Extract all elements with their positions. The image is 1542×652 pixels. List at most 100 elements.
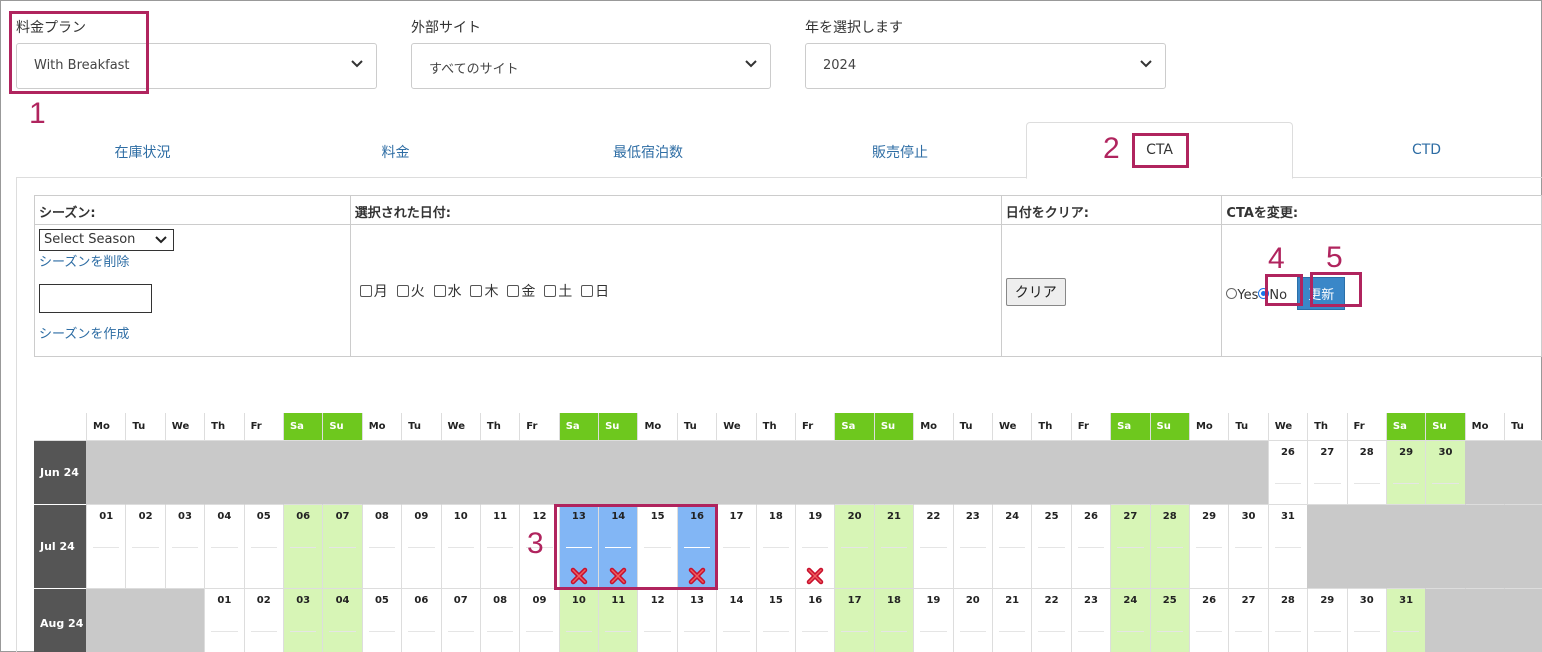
day-number: 10 bbox=[453, 511, 468, 522]
day-cell[interactable]: 03 bbox=[164, 505, 205, 589]
day-divider bbox=[1432, 483, 1459, 484]
day-cell[interactable]: 07 bbox=[440, 589, 480, 652]
chevron-down-icon bbox=[1140, 60, 1152, 68]
day-cell[interactable]: 10 bbox=[440, 505, 480, 589]
day-cell[interactable]: 03 bbox=[282, 589, 323, 652]
weekday-header: Th bbox=[1031, 413, 1071, 441]
day-cell[interactable]: 27 bbox=[1228, 589, 1268, 652]
day-cell[interactable]: 04 bbox=[322, 589, 362, 652]
tab-rates[interactable]: 料金 bbox=[269, 122, 522, 178]
day-cell[interactable]: 01 bbox=[204, 589, 244, 652]
day-cell[interactable]: 29 bbox=[1385, 441, 1426, 505]
day-number: 05 bbox=[374, 595, 389, 606]
weekday-thu[interactable]: 木 bbox=[470, 284, 498, 300]
create-season-link[interactable]: シーズンを作成 bbox=[39, 327, 129, 342]
day-cell[interactable]: 24 bbox=[1110, 589, 1150, 652]
day-number: 18 bbox=[887, 595, 901, 606]
day-cell[interactable]: 28 bbox=[1346, 441, 1386, 505]
weekday-tue[interactable]: 火 bbox=[396, 284, 425, 300]
day-cell[interactable]: 15 bbox=[755, 589, 796, 652]
day-cell[interactable]: 27 bbox=[1307, 441, 1347, 505]
day-cell[interactable]: 02 bbox=[125, 505, 165, 589]
weekday-sat[interactable]: 土 bbox=[544, 284, 572, 300]
year-select[interactable]: 2024 bbox=[805, 43, 1166, 89]
day-cell[interactable]: 18 bbox=[873, 589, 914, 652]
day-cell[interactable]: 19 bbox=[913, 589, 953, 652]
day-cell[interactable]: 23 bbox=[952, 505, 992, 589]
day-cell[interactable]: 31 bbox=[1267, 505, 1308, 589]
empty-cell bbox=[361, 441, 402, 505]
day-cell[interactable]: 17 bbox=[834, 589, 874, 652]
day-cell[interactable]: 12 bbox=[637, 589, 677, 652]
day-cell[interactable]: 29 bbox=[1188, 505, 1229, 589]
day-cell[interactable]: 30 bbox=[1425, 441, 1465, 505]
day-cell[interactable]: 04 bbox=[204, 505, 244, 589]
day-cell[interactable]: 26 bbox=[1070, 505, 1111, 589]
day-cell[interactable]: 31 bbox=[1385, 589, 1426, 652]
day-cell[interactable]: 14 bbox=[716, 589, 756, 652]
day-cell[interactable]: 23 bbox=[1070, 589, 1111, 652]
empty-cell bbox=[1464, 505, 1505, 589]
day-cell[interactable]: 26 bbox=[1188, 589, 1229, 652]
day-cell[interactable]: 22 bbox=[913, 505, 953, 589]
tab-min-stay[interactable]: 最低宿泊数 bbox=[522, 122, 774, 178]
day-cell[interactable]: 20 bbox=[952, 589, 992, 652]
day-cell[interactable]: 08 bbox=[361, 505, 402, 589]
weekday-header: Tu bbox=[1228, 413, 1268, 441]
day-cell[interactable]: 16 bbox=[795, 589, 835, 652]
day-cell[interactable]: 20 bbox=[834, 505, 874, 589]
weekday-mon[interactable]: 月 bbox=[359, 284, 388, 300]
delete-season-link[interactable]: シーズンを削除 bbox=[39, 255, 129, 270]
day-cell[interactable]: 10 bbox=[558, 589, 599, 652]
day-cell[interactable]: 11 bbox=[598, 589, 638, 652]
weekday-header: Tu bbox=[401, 413, 441, 441]
cta-yes-radio[interactable]: Yes bbox=[1226, 288, 1258, 303]
day-cell[interactable]: 28 bbox=[1267, 589, 1308, 652]
day-cell[interactable]: 02 bbox=[243, 589, 283, 652]
day-cell[interactable]: 22 bbox=[1031, 589, 1071, 652]
day-cell[interactable]: 05 bbox=[243, 505, 283, 589]
day-number: 02 bbox=[256, 595, 271, 606]
tab-stop-sell[interactable]: 販売停止 bbox=[774, 122, 1026, 178]
weekday-wed[interactable]: 水 bbox=[433, 284, 462, 300]
day-cell[interactable]: 17 bbox=[716, 505, 756, 589]
day-cell[interactable]: 06 bbox=[282, 505, 323, 589]
weekday-header: Fr bbox=[1346, 413, 1386, 441]
day-cell[interactable]: 01 bbox=[86, 505, 126, 589]
day-cell[interactable]: 30 bbox=[1346, 589, 1386, 652]
day-cell[interactable]: 28 bbox=[1149, 505, 1189, 589]
empty-cell bbox=[755, 441, 796, 505]
day-cell[interactable]: 24 bbox=[991, 505, 1032, 589]
weekday-label: 日 bbox=[595, 284, 610, 300]
weekday-fri[interactable]: 金 bbox=[507, 284, 535, 300]
day-cell[interactable]: 19 bbox=[795, 505, 835, 589]
day-cell[interactable]: 13 bbox=[676, 589, 717, 652]
day-cell[interactable]: 18 bbox=[755, 505, 796, 589]
day-cell[interactable]: 21 bbox=[991, 589, 1032, 652]
checkbox-icon bbox=[544, 285, 557, 297]
day-cell[interactable]: 09 bbox=[519, 589, 559, 652]
day-cell[interactable]: 08 bbox=[479, 589, 520, 652]
day-cell[interactable]: 25 bbox=[1149, 589, 1189, 652]
clear-button[interactable]: クリア bbox=[1005, 278, 1066, 306]
day-cell[interactable]: 30 bbox=[1228, 505, 1268, 589]
day-cell[interactable]: 06 bbox=[401, 589, 441, 652]
day-cell[interactable]: 26 bbox=[1267, 441, 1308, 505]
tab-ctd[interactable]: CTD bbox=[1293, 122, 1542, 178]
day-cell[interactable]: 29 bbox=[1307, 589, 1347, 652]
season-name-input[interactable] bbox=[39, 284, 152, 313]
day-cell[interactable]: 25 bbox=[1031, 505, 1071, 589]
external-site-select[interactable]: すべてのサイト bbox=[411, 43, 771, 89]
day-cell[interactable]: 11 bbox=[479, 505, 520, 589]
weekday-header: We bbox=[164, 413, 205, 441]
season-select[interactable]: Select Season bbox=[39, 229, 174, 251]
day-divider bbox=[250, 547, 277, 548]
weekday-sun[interactable]: 日 bbox=[581, 284, 609, 300]
day-cell[interactable]: 05 bbox=[361, 589, 402, 652]
day-cell[interactable]: 07 bbox=[322, 505, 362, 589]
day-number: 21 bbox=[1005, 595, 1020, 606]
day-cell[interactable]: 21 bbox=[873, 505, 914, 589]
tab-inventory[interactable]: 在庫状況 bbox=[16, 122, 269, 178]
day-cell[interactable]: 27 bbox=[1110, 505, 1150, 589]
day-cell[interactable]: 09 bbox=[401, 505, 441, 589]
